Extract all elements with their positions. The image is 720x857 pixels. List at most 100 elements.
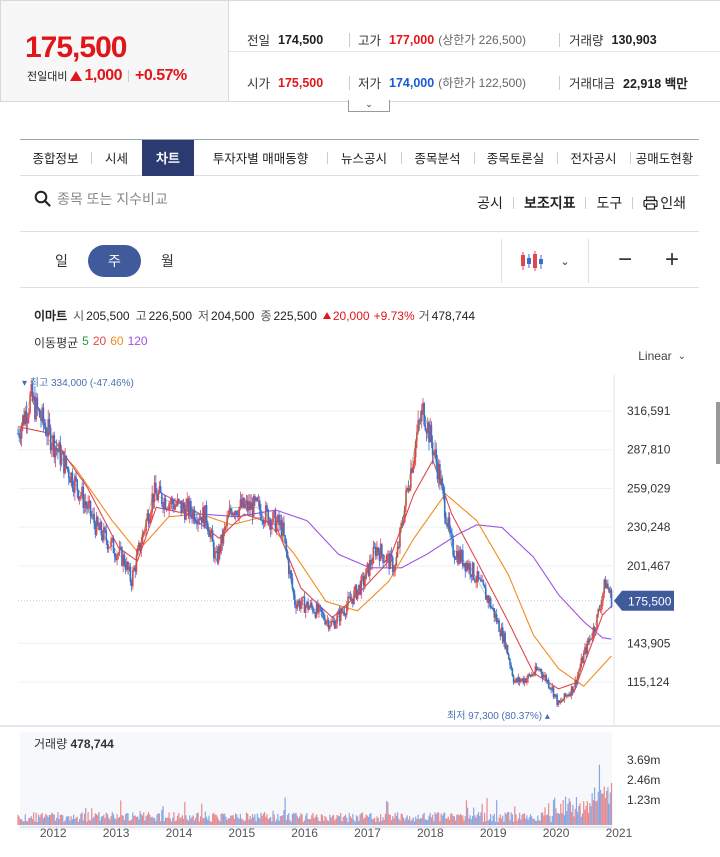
candle-body [29,394,31,413]
volume-bar [289,820,291,825]
period-month-button[interactable]: 월 [141,245,194,277]
candle-body [482,580,485,585]
volume-bar [367,816,370,825]
compare-search-input[interactable] [57,190,317,207]
volume-bar [551,815,553,825]
volume-bar [147,812,150,825]
lower-limit: (하한가 122,500) [438,76,527,90]
info-change: 20,000 [332,308,370,323]
volume-bar [600,789,602,825]
volume-bar [225,816,227,825]
scrollbar-thumb[interactable] [716,402,720,464]
candle-body [238,507,241,517]
candle-body [51,447,53,451]
volume-bar [537,815,539,825]
open-price: 시가 175,500 [247,73,323,92]
candle-body [301,597,303,605]
candle-body [36,397,39,409]
volume-bar [238,818,240,825]
candle-body [235,510,238,515]
volume-bar [95,814,98,825]
candle-body [412,463,415,473]
volume-bar [491,821,493,825]
volume-bar [557,813,559,825]
volume-bar [117,817,119,825]
ma-60: 60 [110,334,124,348]
volume-bar [291,814,293,825]
print-button[interactable]: 인쇄 [643,193,686,213]
volume-bar [197,812,199,825]
moving-average-legend[interactable]: 이동평균 5 20 60 120 [34,334,148,351]
volume-bar [550,821,552,825]
volume-bar [453,816,455,825]
volume-bar [474,815,476,825]
tab-news[interactable]: 뉴스공시 [327,140,401,176]
volume-bar [320,814,323,825]
candle-body [75,476,77,480]
tab-investor-trading[interactable]: 투자자별 매매동향 [194,140,327,176]
price-chart[interactable]: 316,591 287,810 259,029 230,248 201,467 143,9… [0,370,720,857]
volume-bar [233,818,235,825]
collapse-button[interactable]: ⌄ [348,100,390,112]
candle-body [296,603,299,609]
divider [20,231,699,232]
volume-bar [423,812,425,825]
scale-dropdown[interactable]: Linear ⌄ [638,349,686,363]
volume-bar [343,816,345,825]
volume-bar [429,812,431,825]
volume-bar [601,793,603,825]
tab-quotes[interactable]: 시세 [91,140,142,176]
zoom-out-button[interactable]: − [618,248,632,272]
volume-bar [549,815,551,825]
volume-bar [424,819,426,825]
tab-short-selling[interactable]: 공매도현황 [630,140,699,176]
tab-disclosure[interactable]: 전자공시 [557,140,630,176]
price-tick-label: 259,029 [627,481,671,495]
disclosure-toggle[interactable]: 공시 [477,193,503,213]
candle-body [266,505,268,510]
volume-bar [170,821,173,825]
volume-bar [178,813,180,825]
volume-bar [442,813,445,825]
volume-bar [62,815,64,825]
volume-bar [334,820,336,825]
volume-bar [340,812,342,825]
volume-bar [405,817,407,825]
volume-bar [27,821,29,825]
candle-body [472,562,475,580]
divider [349,33,350,47]
year-label: 2014 [166,826,193,840]
chart-type-dropdown[interactable]: ⌄ [501,239,589,283]
volume-bar [180,817,182,825]
tab-analysis[interactable]: 종목분석 [401,140,474,176]
volume-bar [606,791,608,825]
volume-bar [520,819,522,825]
volume-bar [435,814,437,825]
period-week-button[interactable]: 주 [88,245,141,277]
candle-body [48,419,51,428]
indicator-button[interactable]: 보조지표 [524,193,576,213]
volume-bar [158,813,161,825]
volume-bar [41,812,43,825]
candle-body [150,512,152,519]
draw-tools-button[interactable]: 도구 [596,193,622,213]
candle-body [335,623,337,629]
tab-overview[interactable]: 종합정보 [20,140,91,176]
volume-bar [475,817,477,825]
volume: 거래량 130,903 [569,30,657,49]
volume-bar [365,814,367,825]
volume-bar [416,819,418,825]
tab-chart[interactable]: 차트 [142,139,194,176]
volume-bar [363,818,365,825]
volume-bar [299,816,301,825]
volume-bar [50,814,52,825]
upper-limit: (상한가 226,500) [438,33,527,47]
volume-bar [283,809,285,825]
zoom-in-button[interactable]: + [665,248,679,272]
volume-bar [411,819,413,825]
volume-bar [470,819,472,825]
period-day-button[interactable]: 일 [35,245,88,277]
volume-bar [294,813,296,825]
volume-bar [529,814,532,825]
tab-forum[interactable]: 종목토론실 [474,140,557,176]
